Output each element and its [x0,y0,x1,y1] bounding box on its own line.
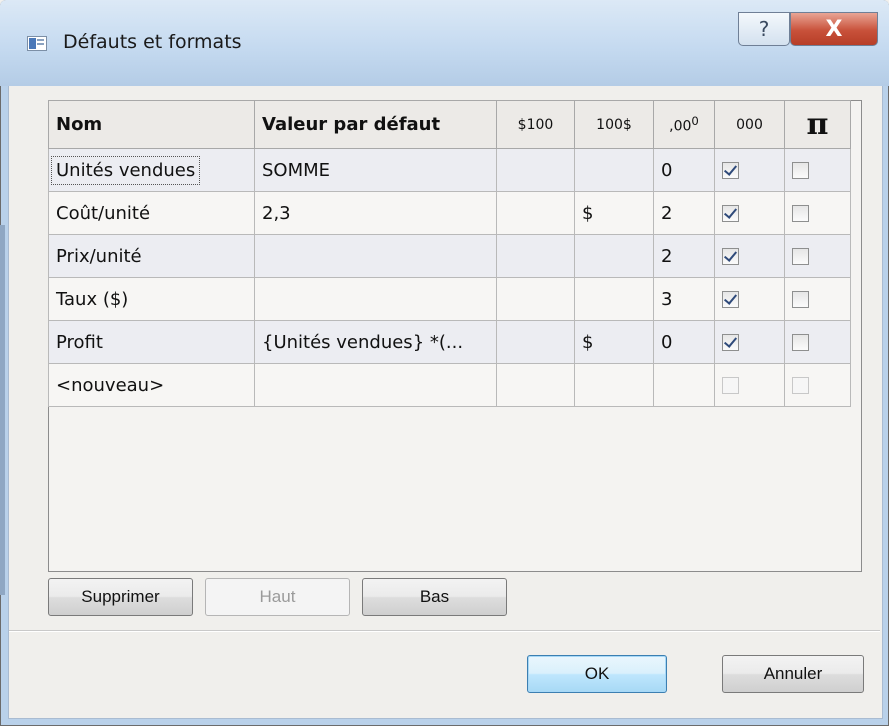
title-bar[interactable]: Défauts et formats ? X [0,0,889,86]
thousands-checkbox[interactable] [722,205,739,222]
cell-pi[interactable] [784,320,851,364]
grid-header-row: Nom Valeur par défaut $100 100$ ,000 000… [48,100,851,149]
cell-valeur[interactable]: {Unités vendues} *(... [254,320,497,364]
bas-button[interactable]: Bas [362,578,507,616]
thousands-checkbox[interactable] [722,162,739,179]
table-row[interactable]: Prix/unité 2 [48,234,851,278]
ok-button[interactable]: OK [527,655,667,693]
window-edge-accent [0,225,5,595]
table-row[interactable]: Profit {Unités vendues} *(... $ 0 [48,320,851,364]
thousands-checkbox[interactable] [722,248,739,265]
pi-checkbox[interactable] [792,248,809,265]
cell-valeur[interactable] [254,277,497,321]
cell-suffix[interactable]: $ [574,320,654,364]
column-header-pi[interactable]: π [784,100,851,149]
cell-prefix[interactable] [496,234,575,278]
window-title: Défauts et formats [63,31,242,53]
window-icon [27,36,47,51]
cell-suffix[interactable] [574,363,654,407]
column-header-suffix-currency[interactable]: 100$ [574,100,654,149]
cell-thousands[interactable] [714,191,785,235]
table-row[interactable]: Coût/unité 2,3 $ 2 [48,191,851,235]
column-header-thousands[interactable]: 000 [714,100,785,149]
cell-decimals[interactable]: 3 [653,277,715,321]
pi-checkbox[interactable] [792,162,809,179]
cell-nom-text: Unités vendues [51,155,201,185]
close-button[interactable]: X [790,12,878,46]
help-button[interactable]: ? [738,12,790,46]
cell-decimals[interactable]: 2 [653,191,715,235]
formats-grid: Nom Valeur par défaut $100 100$ ,000 000… [48,100,851,407]
thousands-checkbox [722,377,739,394]
cell-thousands[interactable] [714,148,785,192]
table-row-new[interactable]: <nouveau> [48,363,851,407]
cell-nom[interactable]: Unités vendues [48,148,255,192]
column-header-decimals[interactable]: ,000 [653,100,715,149]
annuler-button[interactable]: Annuler [722,655,864,693]
cell-pi[interactable] [784,191,851,235]
cell-pi[interactable] [784,277,851,321]
cell-decimals[interactable]: 0 [653,148,715,192]
column-header-nom[interactable]: Nom [48,100,255,149]
column-header-prefix-currency[interactable]: $100 [496,100,575,149]
cell-decimals[interactable] [653,363,715,407]
cell-pi[interactable] [784,148,851,192]
cell-thousands[interactable] [714,234,785,278]
thousands-checkbox[interactable] [722,334,739,351]
cell-nom[interactable]: <nouveau> [48,363,255,407]
cell-thousands[interactable] [714,277,785,321]
cell-prefix[interactable] [496,148,575,192]
cell-valeur[interactable]: SOMME [254,148,497,192]
cell-thousands[interactable] [714,320,785,364]
cell-prefix[interactable] [496,320,575,364]
decimals-header-sup: 0 [691,114,699,129]
decimals-header-label: ,00 [669,118,692,135]
cell-pi[interactable] [784,234,851,278]
cell-prefix[interactable] [496,277,575,321]
cell-suffix[interactable] [574,277,654,321]
pi-checkbox[interactable] [792,205,809,222]
cell-valeur[interactable] [254,234,497,278]
cell-decimals[interactable]: 0 [653,320,715,364]
cell-suffix[interactable]: $ [574,191,654,235]
cell-nom[interactable]: Taux ($) [48,277,255,321]
thousands-checkbox[interactable] [722,291,739,308]
table-row[interactable]: Unités vendues SOMME 0 [48,148,851,192]
cell-decimals[interactable]: 2 [653,234,715,278]
cell-thousands[interactable] [714,363,785,407]
help-icon: ? [758,17,770,41]
pi-checkbox[interactable] [792,334,809,351]
supprimer-button[interactable]: Supprimer [48,578,193,616]
pi-checkbox [792,377,809,394]
button-separator [9,630,880,632]
cell-prefix[interactable] [496,363,575,407]
cell-valeur[interactable] [254,363,497,407]
cell-pi[interactable] [784,363,851,407]
column-header-valeur[interactable]: Valeur par défaut [254,100,497,149]
pi-checkbox[interactable] [792,291,809,308]
table-row[interactable]: Taux ($) 3 [48,277,851,321]
cell-nom[interactable]: Prix/unité [48,234,255,278]
cell-valeur[interactable]: 2,3 [254,191,497,235]
haut-button[interactable]: Haut [205,578,350,616]
cell-suffix[interactable] [574,148,654,192]
cell-nom[interactable]: Coût/unité [48,191,255,235]
close-icon: X [825,16,843,42]
cell-nom[interactable]: Profit [48,320,255,364]
cell-prefix[interactable] [496,191,575,235]
cell-suffix[interactable] [574,234,654,278]
